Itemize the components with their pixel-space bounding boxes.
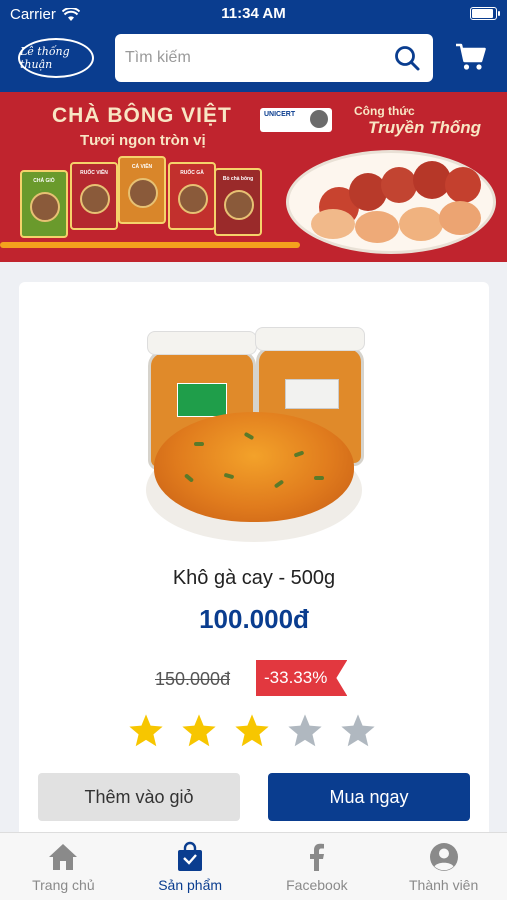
home-icon — [49, 844, 78, 870]
product-pack: CÁ VIÊN — [118, 156, 166, 224]
app-header: Lê thống thuận — [0, 28, 507, 92]
product-card[interactable]: Khô gà cay - 500g 100.000đ 150.000đ -33.… — [19, 282, 489, 842]
promo-banner[interactable]: CHÀ BÔNG VIỆT Tươi ngon tròn vị UNICERT … — [0, 92, 507, 262]
banner-stripe — [0, 242, 300, 248]
tab-member[interactable]: Thành viên — [380, 833, 507, 900]
shopping-bag-icon — [178, 841, 203, 871]
user-icon — [429, 843, 458, 871]
clock: 11:34 AM — [221, 5, 286, 22]
battery-icon — [470, 7, 500, 20]
product-pack: CHẢ GIÒ — [20, 170, 68, 238]
pack-label: CÁ VIÊN — [131, 164, 153, 170]
original-price: 150.000đ — [155, 669, 231, 689]
product-image[interactable] — [144, 320, 365, 550]
certification-badge: UNICERT — [260, 108, 332, 132]
sausage — [381, 167, 417, 203]
herb-leaf — [223, 472, 235, 480]
banner-tagline-main: Truyền Thống — [368, 118, 482, 137]
pack-label: RUỐC GÀ — [180, 170, 204, 176]
food-plate-image — [286, 150, 496, 254]
jar-label — [285, 379, 339, 409]
search-icon[interactable] — [393, 44, 421, 72]
tab-home[interactable]: Trang chủ — [0, 833, 127, 900]
pack-label: Bò chà bông — [222, 176, 254, 182]
sausage — [355, 211, 399, 243]
product-pack: RUỐC VIÊN — [70, 162, 118, 230]
pack-label: CHẢ GIÒ — [33, 178, 55, 184]
star-filled-icon — [182, 714, 216, 747]
add-to-cart-button[interactable]: Thêm vào giỏ — [38, 773, 240, 821]
herb-leaf — [314, 476, 324, 480]
tab-label: Trang chủ — [32, 877, 95, 893]
product-pack: RUỐC GÀ — [168, 162, 216, 230]
star-filled-icon — [129, 714, 163, 747]
battery-level — [472, 9, 493, 18]
banner-tagline-top: Công thức — [354, 104, 415, 118]
sausage — [439, 201, 481, 235]
discount-badge: -33.33% — [256, 660, 348, 696]
herb-leaf — [293, 450, 305, 458]
status-bar: Carrier 11:34 AM — [0, 0, 507, 28]
herb-leaf — [243, 431, 255, 441]
shredded-chicken — [154, 412, 354, 522]
banner-title: CHÀ BÔNG VIỆT — [52, 104, 232, 127]
jar-lid — [147, 331, 257, 355]
rating-stars — [127, 712, 377, 750]
herb-leaf — [183, 473, 195, 483]
product-name: Khô gà cay - 500g — [172, 567, 336, 589]
pack-window — [178, 184, 208, 214]
cert-label: UNICERT — [264, 111, 296, 118]
sausage — [399, 207, 443, 241]
pack-window — [30, 192, 60, 222]
cart-icon[interactable] — [455, 42, 487, 72]
banner-subtitle: Tươi ngon tròn vị — [80, 132, 206, 149]
sausage — [445, 167, 481, 203]
brand-logo[interactable]: Lê thống thuận — [18, 38, 94, 78]
herb-leaf — [273, 479, 285, 489]
jar-lid — [255, 327, 365, 351]
search-input[interactable] — [125, 44, 385, 72]
tab-products[interactable]: Sản phẩm — [127, 833, 254, 900]
buy-now-button[interactable]: Mua ngay — [268, 773, 470, 821]
bottom-tab-bar: Trang chủ Sản phẩm Facebook Thành viên — [0, 832, 507, 900]
star-empty-icon — [341, 714, 375, 747]
product-pack: Bò chà bông — [214, 168, 262, 236]
pack-window — [128, 178, 158, 208]
product-price: 100.000đ — [199, 604, 309, 634]
jar-label — [177, 383, 227, 417]
pack-window — [224, 190, 254, 220]
tab-label: Thành viên — [408, 877, 479, 893]
star-filled-icon — [235, 714, 269, 747]
sausage — [311, 209, 355, 239]
facebook-icon — [309, 843, 324, 871]
logo-text: Lê thống thuận — [20, 45, 70, 71]
pack-label: RUỐC VIÊN — [80, 170, 108, 176]
cert-seal — [310, 110, 328, 128]
star-empty-icon — [288, 714, 322, 747]
search-bar[interactable] — [115, 34, 433, 82]
tab-label: Facebook — [286, 877, 348, 893]
tab-facebook[interactable]: Facebook — [254, 833, 381, 900]
tab-label: Sản phẩm — [158, 877, 223, 893]
pack-window — [80, 184, 110, 214]
herb-leaf — [194, 442, 204, 446]
